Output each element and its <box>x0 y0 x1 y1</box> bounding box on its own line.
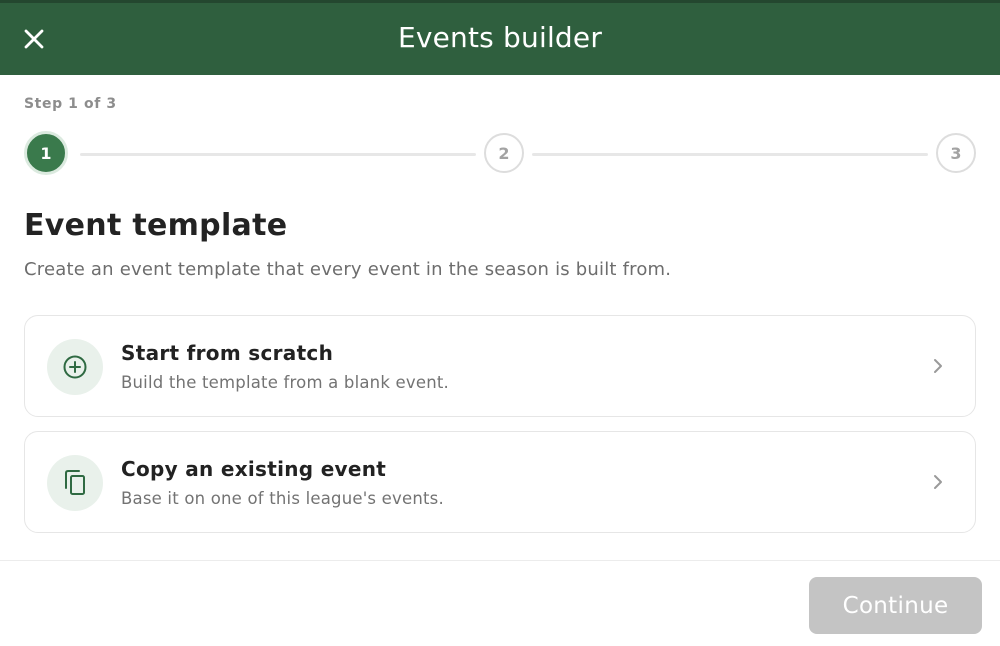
step-1: 1 <box>24 131 68 175</box>
stepper: 1 2 3 <box>24 131 976 177</box>
plus-circle-icon <box>63 355 87 379</box>
chevron-right-icon <box>934 359 942 373</box>
step-indicator-label: Step 1 of 3 <box>24 96 117 112</box>
copy-icon <box>65 470 85 495</box>
modal-header: Events builder <box>0 0 1000 75</box>
option-title: Start from scratch <box>121 341 334 365</box>
option-icon-container <box>47 339 103 395</box>
section-description: Create an event template that every even… <box>24 259 672 280</box>
option-icon-container <box>47 455 103 511</box>
chevron-right-icon <box>934 475 942 489</box>
footer-divider <box>0 560 1000 561</box>
events-builder-modal: Events builder Step 1 of 3 1 2 3 Event t… <box>0 0 1000 646</box>
option-title: Copy an existing event <box>121 457 387 481</box>
option-start-from-scratch[interactable]: Start from scratch Build the template fr… <box>24 315 976 417</box>
modal-title: Events builder <box>397 21 603 54</box>
continue-button[interactable]: Continue <box>809 577 982 634</box>
step-3: 3 <box>936 133 976 173</box>
stepper-connector <box>532 153 928 156</box>
option-description: Base it on one of this league's events. <box>121 489 444 508</box>
option-copy-existing-event[interactable]: Copy an existing event Base it on one of… <box>24 431 976 533</box>
option-description: Build the template from a blank event. <box>121 373 449 392</box>
stepper-connector <box>80 153 476 156</box>
section-title: Event template <box>24 208 288 243</box>
step-2: 2 <box>484 133 524 173</box>
